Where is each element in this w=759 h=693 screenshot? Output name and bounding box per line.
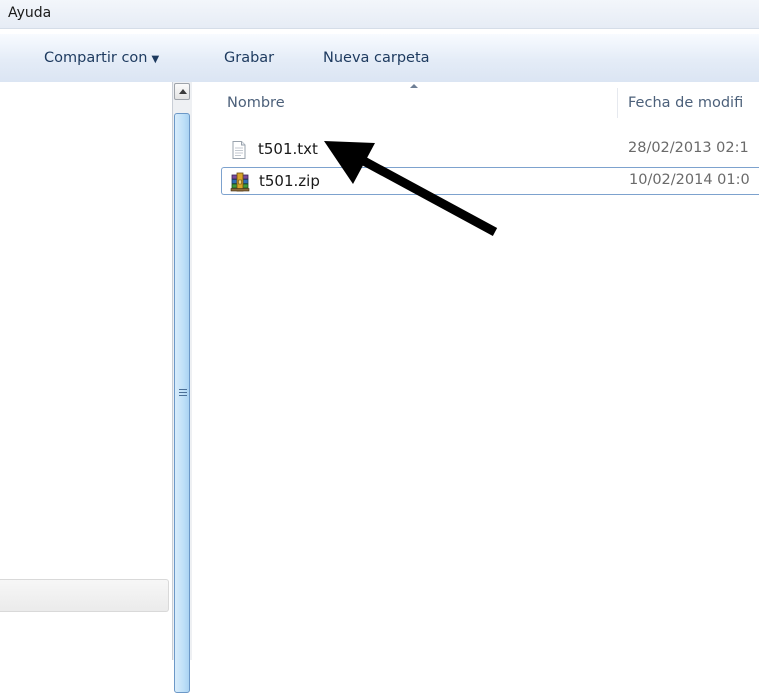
file-date-modified: 10/02/2014 01:0 (629, 172, 750, 188)
nav-pane-scrollbar[interactable] (172, 82, 193, 693)
new-folder-button[interactable]: Nueva carpeta (323, 50, 430, 66)
file-row-txt[interactable]: t501.txt 28/02/2013 02:1 (221, 136, 759, 164)
share-with-label: Compartir con (44, 50, 148, 66)
menu-bar: Ayuda (0, 0, 759, 29)
file-date-modified: 28/02/2013 02:1 (628, 140, 749, 156)
thumb-grip-line (179, 389, 187, 390)
command-bar: Compartir con ▼ Grabar Nueva carpeta (0, 33, 759, 83)
column-header-name[interactable]: Nombre (227, 95, 285, 111)
scroll-up-button[interactable] (174, 83, 190, 100)
text-file-icon (232, 141, 246, 159)
file-row-zip[interactable]: t501.zip 10/02/2014 01:0 (221, 167, 759, 195)
column-divider[interactable] (617, 88, 618, 118)
chevron-down-icon: ▼ (151, 54, 160, 65)
file-name: t501.txt (258, 140, 318, 158)
thumb-grip-line (179, 395, 187, 396)
burn-button[interactable]: Grabar (224, 50, 274, 66)
share-with-button[interactable]: Compartir con ▼ (44, 50, 159, 66)
scrollbar-thumb[interactable] (174, 113, 190, 693)
winrar-archive-icon (230, 172, 250, 192)
sort-ascending-icon (410, 84, 418, 88)
file-name: t501.zip (259, 172, 320, 190)
column-header-date-modified[interactable]: Fecha de modifi (628, 95, 743, 111)
navigation-pane[interactable] (0, 82, 172, 660)
file-list: Nombre Fecha de modifi t501.txt 28/02/20… (192, 82, 759, 660)
thumb-grip-line (179, 392, 187, 393)
column-headers: Nombre Fecha de modifi (192, 82, 759, 122)
menu-help[interactable]: Ayuda (8, 5, 51, 21)
nav-pane-selected-item[interactable] (0, 579, 169, 612)
